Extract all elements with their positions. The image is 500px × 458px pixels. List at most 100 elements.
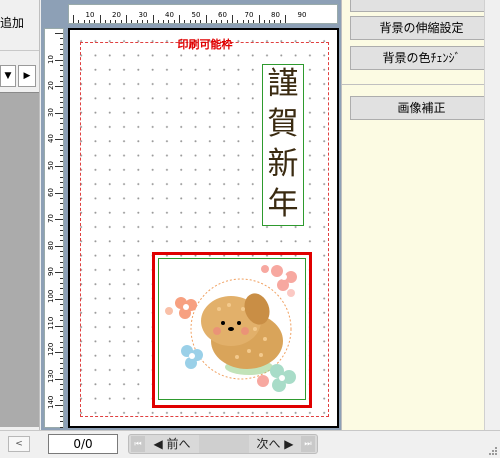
ruler-label: 10 bbox=[47, 54, 55, 64]
ruler-tick bbox=[60, 123, 63, 125]
ruler-tick bbox=[60, 235, 63, 237]
ruler-tick bbox=[285, 15, 286, 23]
ruler-tick bbox=[60, 346, 63, 348]
ruler-label: 70 bbox=[47, 214, 55, 224]
ruler-label: 100 bbox=[47, 289, 55, 303]
ruler-tick bbox=[60, 336, 63, 338]
ruler-tick bbox=[60, 314, 63, 316]
background-stretch-button[interactable]: 背景の伸縮設定 bbox=[350, 16, 493, 40]
ruler-tick bbox=[115, 20, 117, 23]
ruler-tick bbox=[55, 166, 63, 167]
ruler-tick bbox=[55, 139, 63, 141]
ruler-tick bbox=[55, 86, 63, 88]
ruler-tick bbox=[60, 197, 63, 199]
ruler-tick bbox=[60, 208, 63, 210]
ruler-label: 90 bbox=[297, 11, 307, 19]
ruler-tick bbox=[60, 54, 63, 56]
greeting-char: 謹 bbox=[267, 66, 299, 102]
ruler-tick bbox=[60, 91, 63, 93]
ruler-tick bbox=[274, 20, 276, 23]
ruler-tick bbox=[55, 272, 63, 274]
ruler-tick bbox=[237, 20, 239, 23]
ruler-tick bbox=[99, 15, 101, 23]
dog-illustration[interactable] bbox=[158, 258, 306, 400]
ruler-tick bbox=[60, 320, 63, 322]
last-page-icon[interactable]: ⏭ bbox=[301, 436, 315, 452]
dropdown-button[interactable]: ▼ bbox=[0, 65, 16, 87]
ruler-tick bbox=[55, 405, 63, 407]
ruler-tick bbox=[60, 155, 63, 157]
page-indicator: 0/0 bbox=[48, 434, 118, 454]
ruler-tick bbox=[60, 70, 63, 72]
ruler-tick bbox=[78, 20, 80, 23]
ruler-tick bbox=[221, 20, 223, 23]
partial-button[interactable] bbox=[350, 0, 493, 12]
ruler-tick bbox=[60, 293, 63, 295]
ruler-tick bbox=[60, 304, 63, 306]
ruler-tick bbox=[60, 213, 63, 215]
ruler-label: 70 bbox=[244, 11, 254, 19]
ruler-label: 40 bbox=[165, 11, 174, 19]
add-label[interactable]: 追加 bbox=[0, 14, 24, 31]
scroll-left-button[interactable]: < bbox=[8, 436, 30, 452]
ruler-tick bbox=[216, 20, 218, 23]
ruler-tick bbox=[60, 128, 63, 130]
right-scrollbar[interactable] bbox=[484, 0, 500, 430]
next-arrow-button[interactable]: ▶ bbox=[18, 65, 36, 87]
ruler-tick bbox=[210, 20, 212, 23]
ruler-tick bbox=[55, 59, 63, 61]
ruler-tick bbox=[269, 20, 271, 23]
ruler-tick bbox=[60, 176, 63, 178]
ruler-label: 120 bbox=[47, 342, 55, 357]
ruler-tick bbox=[60, 400, 63, 402]
ruler-tick bbox=[83, 20, 85, 23]
ruler-tick bbox=[242, 20, 244, 23]
next-page-button[interactable]: 次へ ▶ bbox=[249, 435, 301, 453]
background-color-button[interactable]: 背景の色ﾁｪﾝｼﾞ bbox=[350, 46, 493, 70]
greeting-text-box[interactable]: 謹 賀 新 年 bbox=[262, 64, 304, 226]
template-list-area[interactable] bbox=[0, 92, 39, 427]
ruler-label: 10 bbox=[85, 11, 95, 19]
ruler-tick bbox=[60, 261, 63, 263]
ruler-tick bbox=[110, 20, 112, 23]
ruler-tick bbox=[60, 362, 63, 364]
ruler-tick bbox=[60, 357, 63, 359]
ruler-tick bbox=[55, 33, 63, 34]
ruler-tick bbox=[60, 118, 63, 120]
ruler-tick bbox=[104, 20, 106, 23]
ruler-tick bbox=[60, 283, 63, 285]
resize-grip-icon[interactable] bbox=[486, 444, 498, 456]
ruler-tick bbox=[189, 20, 191, 23]
ruler-tick bbox=[60, 288, 63, 290]
ruler-tick bbox=[55, 352, 63, 354]
prev-page-button[interactable]: ◀ 前へ bbox=[147, 435, 197, 453]
ruler-tick bbox=[263, 20, 265, 23]
first-page-icon[interactable]: ⏮ bbox=[131, 436, 145, 452]
page-slider[interactable] bbox=[199, 435, 249, 453]
greeting-char: 賀 bbox=[267, 106, 299, 142]
image-correction-button[interactable]: 画像補正 bbox=[350, 96, 493, 120]
ruler-label: 50 bbox=[191, 11, 201, 19]
ruler-tick bbox=[131, 20, 133, 23]
ruler-tick bbox=[60, 102, 63, 104]
ruler-tick bbox=[88, 20, 90, 23]
next-label: 次へ bbox=[256, 437, 281, 451]
ruler-tick bbox=[60, 187, 63, 189]
ruler-tick bbox=[226, 20, 228, 23]
ruler-tick bbox=[60, 267, 63, 269]
ruler-tick bbox=[60, 256, 63, 258]
ruler-tick bbox=[279, 20, 281, 23]
ruler-label: 20 bbox=[112, 11, 121, 19]
ruler-tick bbox=[73, 15, 74, 23]
ruler-tick bbox=[163, 20, 165, 23]
ruler-tick bbox=[168, 20, 170, 23]
ruler-tick bbox=[60, 75, 63, 77]
ruler-tick bbox=[55, 219, 63, 221]
ruler-tick bbox=[60, 410, 63, 412]
ruler-label: 140 bbox=[47, 396, 55, 410]
ruler-label: 40 bbox=[47, 134, 55, 144]
ruler-tick bbox=[60, 426, 63, 428]
ruler-tick bbox=[60, 277, 63, 279]
ruler-tick bbox=[120, 20, 122, 23]
ruler-label: 80 bbox=[271, 11, 280, 19]
